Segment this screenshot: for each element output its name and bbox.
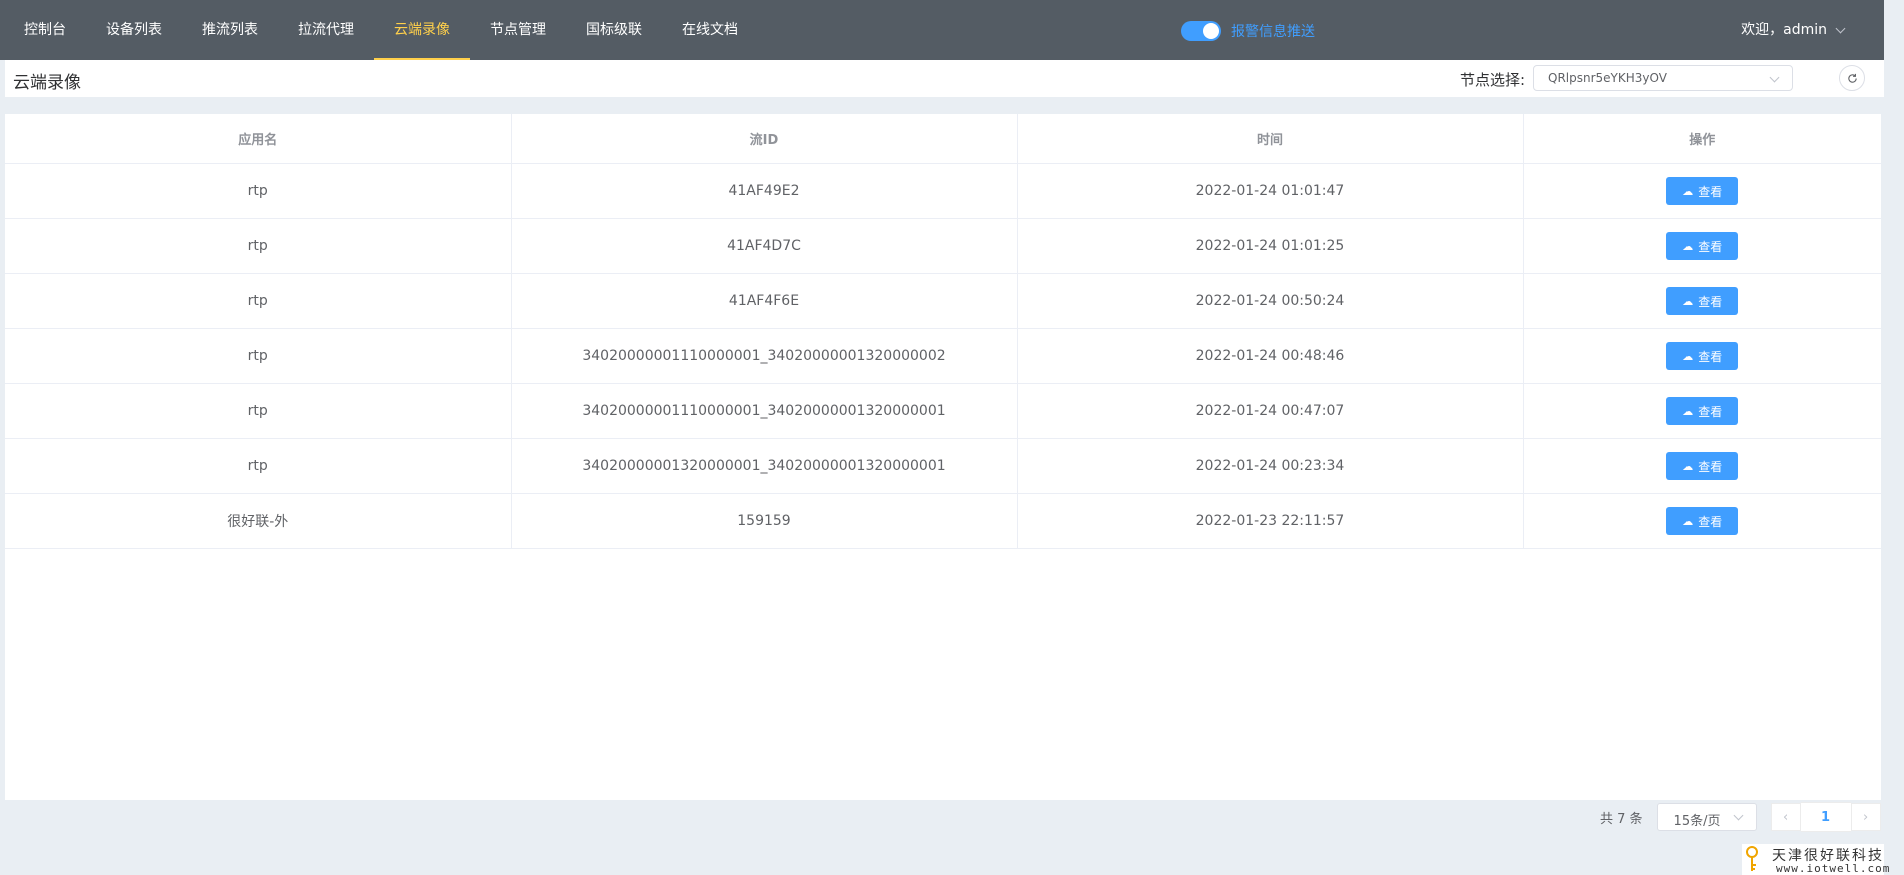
page-number[interactable]: 1 [1800,802,1851,832]
cell-app: rtp [5,383,511,439]
cell-stream-id: 41AF49E2 [510,163,1017,219]
cell-stream-id: 41AF4F6E [510,273,1017,329]
view-button-label: 查看 [1698,459,1723,474]
page-title: 云端录像 [13,73,81,93]
table-row: rtp 34020000001110000001_3402000000132000… [5,383,1881,439]
view-button[interactable]: ☁ 查看 [1666,452,1739,480]
view-button-label: 查看 [1698,239,1723,254]
view-button[interactable]: ☁ 查看 [1666,507,1739,535]
next-page-button[interactable]: › [1850,803,1881,831]
page-size-value: 15条/页 [1673,814,1721,829]
refresh-button[interactable] [1839,65,1865,91]
cell-action: ☁ 查看 [1522,383,1881,439]
column-header-stream: 流ID [510,114,1017,164]
chevron-down-icon [1733,810,1743,821]
cell-action: ☁ 查看 [1522,493,1881,549]
nav-item-device-list[interactable]: 设备列表 [86,0,182,60]
cell-app: rtp [5,163,511,219]
cloud-icon: ☁ [1682,239,1694,253]
cell-time: 2022-01-24 00:50:24 [1016,273,1523,329]
cloud-icon: ☁ [1682,349,1694,363]
table-row: rtp 41AF4D7C 2022-01-24 01:01:25 ☁ 查看 [5,218,1881,274]
user-greeting: 欢迎，admin [1741,22,1827,38]
record-table: 应用名 流ID 时间 操作 rtp 41AF49E2 2022-01-24 01:0… [5,114,1881,800]
node-select-label: 节点选择: [1460,71,1526,89]
table-row: rtp 41AF4F6E 2022-01-24 00:50:24 ☁ 查看 [5,273,1881,329]
view-button[interactable]: ☁ 查看 [1666,342,1739,370]
cell-stream-id: 34020000001110000001_3402000000132000000… [510,328,1017,384]
prev-page-button[interactable]: ‹ [1770,803,1801,831]
table-row: rtp 34020000001110000001_3402000000132000… [5,328,1881,384]
watermark-url: www.iotwell.com [1776,862,1891,875]
nav-item-push-list[interactable]: 推流列表 [182,0,278,60]
view-button-label: 查看 [1698,349,1723,364]
cell-stream-id: 159159 [510,493,1017,549]
table-row: 很好联-外 159159 2022-01-23 22:11:57 ☁ 查看 [5,493,1881,549]
watermark: 天津很好联科技 www.iotwell.com [1742,844,1889,875]
nav-item-online-docs[interactable]: 在线文档 [662,0,758,60]
column-header-time: 时间 [1016,114,1523,164]
page-size-select[interactable]: 15条/页 [1656,803,1757,831]
view-button-label: 查看 [1698,404,1723,419]
cell-action: ☁ 查看 [1522,438,1881,494]
cell-action: ☁ 查看 [1522,328,1881,384]
nav-item-pull-proxy[interactable]: 拉流代理 [278,0,374,60]
view-button[interactable]: ☁ 查看 [1666,232,1739,260]
column-header-app: 应用名 [5,114,511,164]
alarm-switch[interactable] [1181,21,1221,41]
cell-time: 2022-01-23 22:11:57 [1016,493,1523,549]
nav-item-dashboard[interactable]: 控制台 [0,0,86,60]
cloud-icon: ☁ [1682,514,1694,528]
view-button-label: 查看 [1698,514,1723,529]
table-row: rtp 41AF49E2 2022-01-24 01:01:47 ☁ 查看 [5,163,1881,219]
cell-stream-id: 41AF4D7C [510,218,1017,274]
cell-action: ☁ 查看 [1522,218,1881,274]
cell-app: rtp [5,328,511,384]
cloud-icon: ☁ [1682,459,1694,473]
pagination: 共 7 条 15条/页 ‹ 1 › [1600,802,1881,832]
alarm-push-toggle[interactable]: 报警信息推送 [1181,20,1315,42]
total-count: 共 7 条 [1600,811,1643,827]
cell-time: 2022-01-24 01:01:25 [1016,218,1523,274]
cell-app: rtp [5,438,511,494]
chevron-left-icon: ‹ [1782,809,1789,825]
cell-app: rtp [5,273,511,329]
cell-stream-id: 34020000001320000001_3402000000132000000… [510,438,1017,494]
nav-item-cloud-record[interactable]: 云端录像 [374,0,470,60]
table-header-row: 应用名 流ID 时间 操作 [5,114,1881,164]
user-menu[interactable]: 欢迎，admin [1741,0,1846,60]
view-button[interactable]: ☁ 查看 [1666,397,1739,425]
column-header-action: 操作 [1522,114,1881,164]
nav-item-node-manage[interactable]: 节点管理 [470,0,566,60]
cloud-icon: ☁ [1682,184,1694,198]
alarm-push-label: 报警信息推送 [1231,24,1315,40]
cell-action: ☁ 查看 [1522,163,1881,219]
key-logo-icon [1746,846,1758,871]
cell-app: 很好联-外 [5,493,511,549]
cell-time: 2022-01-24 01:01:47 [1016,163,1523,219]
cell-stream-id: 34020000001110000001_3402000000132000000… [510,383,1017,439]
refresh-icon [1847,73,1857,83]
cloud-icon: ☁ [1682,294,1694,308]
cell-app: rtp [5,218,511,274]
cloud-icon: ☁ [1682,404,1694,418]
cell-time: 2022-01-24 00:48:46 [1016,328,1523,384]
view-button-label: 查看 [1698,294,1723,309]
view-button[interactable]: ☁ 查看 [1666,287,1739,315]
cell-action: ☁ 查看 [1522,273,1881,329]
chevron-down-icon [1769,72,1780,83]
chevron-down-icon [1835,23,1846,33]
page-header: 云端录像 节点选择: QRlpsnr5eYKH3yOV [5,60,1884,97]
node-select[interactable]: QRlpsnr5eYKH3yOV [1533,65,1793,91]
cell-time: 2022-01-24 00:47:07 [1016,383,1523,439]
switch-knob [1203,23,1219,39]
node-select-value: QRlpsnr5eYKH3yOV [1548,71,1667,85]
view-button[interactable]: ☁ 查看 [1666,177,1739,205]
view-button-label: 查看 [1698,184,1723,199]
top-navbar: 控制台 设备列表 推流列表 拉流代理 云端录像 节点管理 国标级联 在线文档 报… [0,0,1884,60]
nav-item-gb-cascade[interactable]: 国标级联 [566,0,662,60]
cell-time: 2022-01-24 00:23:34 [1016,438,1523,494]
chevron-right-icon: › [1862,809,1869,825]
table-row: rtp 34020000001320000001_3402000000132000… [5,438,1881,494]
